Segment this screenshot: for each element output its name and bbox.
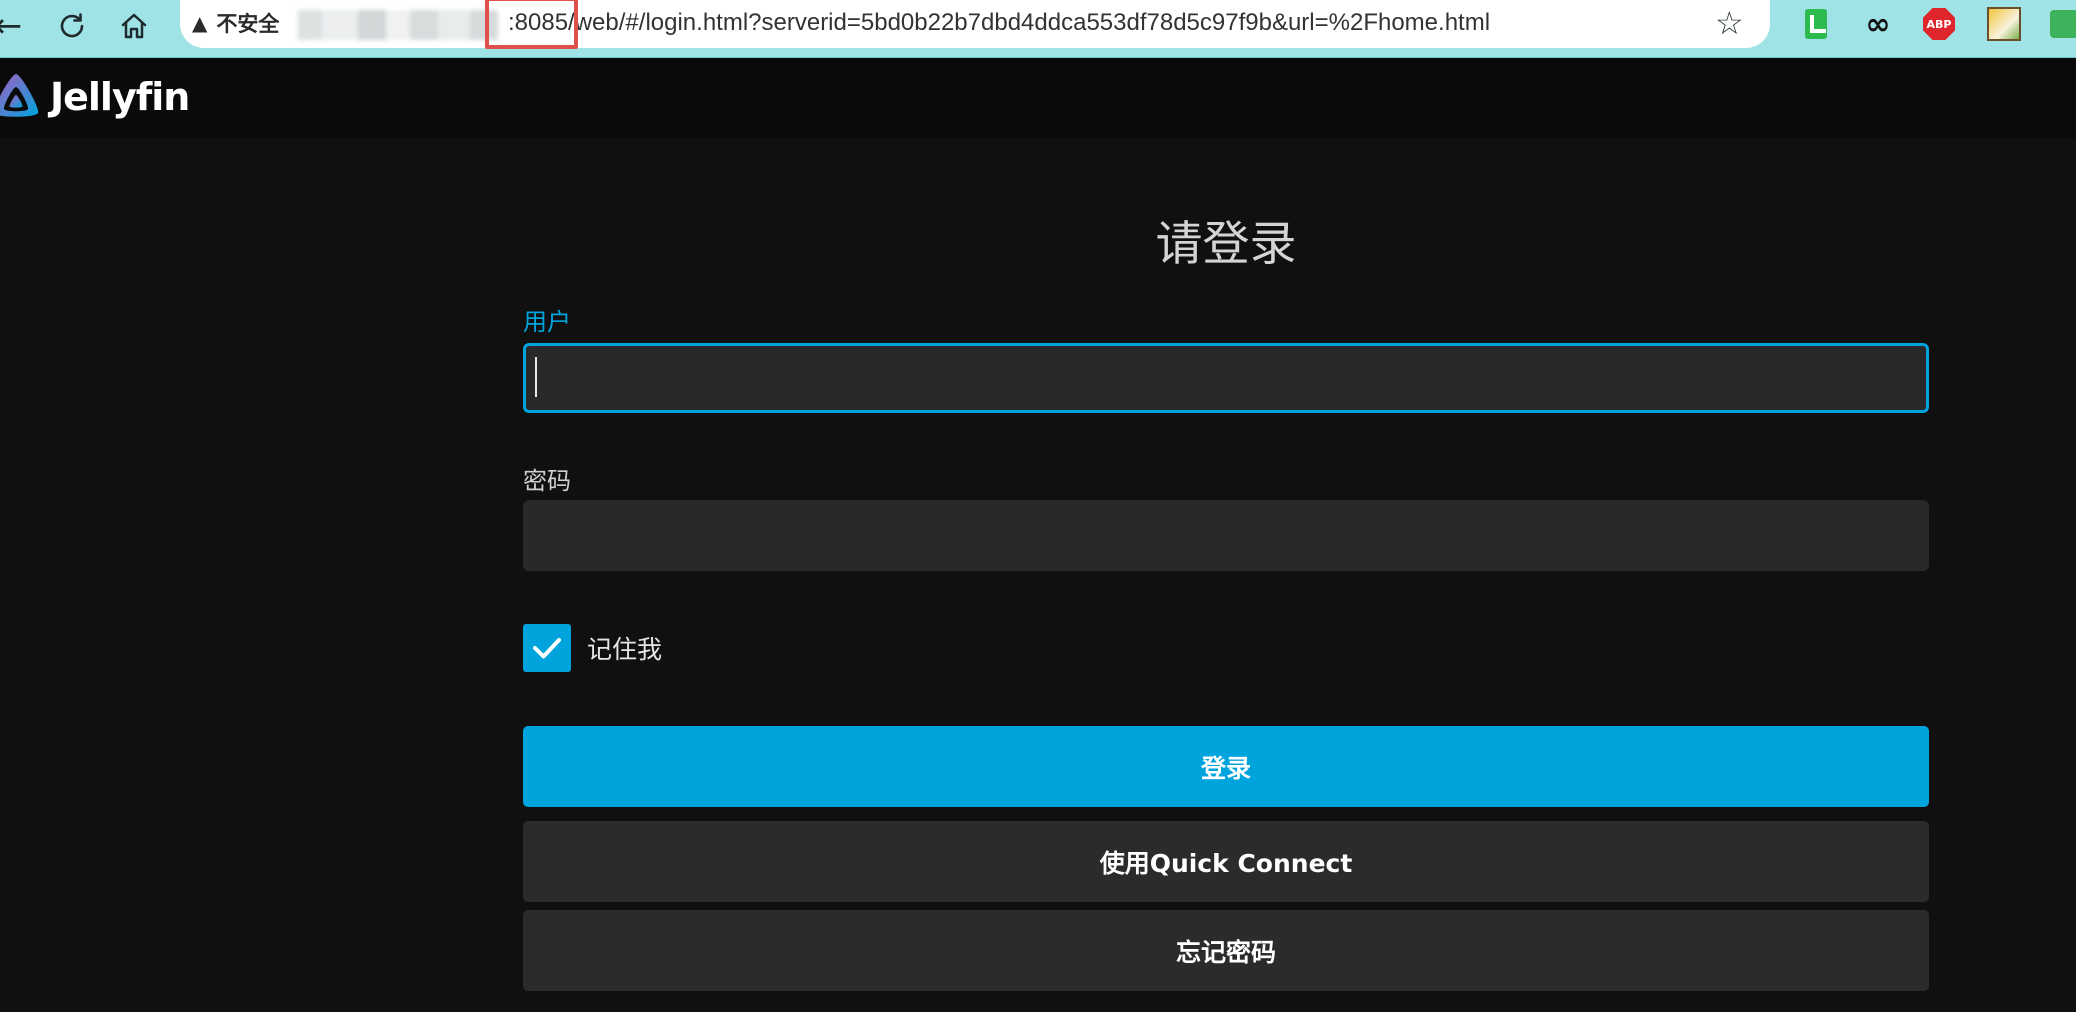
bookmark-star-icon[interactable]: ☆ <box>1715 0 1744 46</box>
remember-me-row[interactable]: 记住我 <box>523 624 662 672</box>
redacted-host <box>298 10 498 40</box>
remember-me-label[interactable]: 记住我 <box>587 630 662 666</box>
remember-me-checkbox[interactable] <box>523 624 571 672</box>
username-input[interactable] <box>523 343 1929 413</box>
checkmark-icon <box>533 638 561 659</box>
url-text[interactable]: :8085/web/#/login.html?serverid=5bd0b22b… <box>508 0 1490 46</box>
login-button[interactable]: 登录 <box>523 726 1929 807</box>
reload-icon[interactable] <box>50 4 94 48</box>
app-header: Jellyfin <box>0 58 2076 138</box>
text-cursor <box>535 357 537 397</box>
warning-icon: ▲ <box>192 11 208 35</box>
home-icon[interactable] <box>112 4 156 48</box>
url-port-highlight <box>485 0 578 49</box>
sheets-icon[interactable] <box>1798 6 1834 42</box>
adblock-plus-icon[interactable]: ABP <box>1921 6 1957 42</box>
green-extension-icon[interactable] <box>2046 6 2076 42</box>
forgot-password-button[interactable]: 忘记密码 <box>523 910 1929 991</box>
image-extension-icon[interactable] <box>1986 6 2022 42</box>
security-label: 不安全 <box>216 12 280 36</box>
address-bar[interactable]: ▲ 不安全 :8085/web/#/login.html?serverid=5b… <box>180 0 1770 49</box>
back-icon[interactable]: ← <box>0 4 30 48</box>
password-input[interactable] <box>523 500 1929 571</box>
infinity-icon[interactable]: ∞ <box>1860 6 1896 42</box>
browser-toolbar: ← ▲ 不安全 :8085/web/#/login.html?serverid=… <box>0 0 2076 58</box>
app-title[interactable]: Jellyfin <box>50 72 190 122</box>
quick-connect-button[interactable]: 使用Quick Connect <box>523 821 1929 902</box>
page-title: 请登录 <box>1155 217 1297 272</box>
password-label: 密码 <box>523 467 571 495</box>
jellyfin-logo-icon[interactable] <box>0 70 44 126</box>
username-label: 用户 <box>523 308 571 336</box>
security-indicator[interactable]: ▲ 不安全 <box>192 0 279 46</box>
